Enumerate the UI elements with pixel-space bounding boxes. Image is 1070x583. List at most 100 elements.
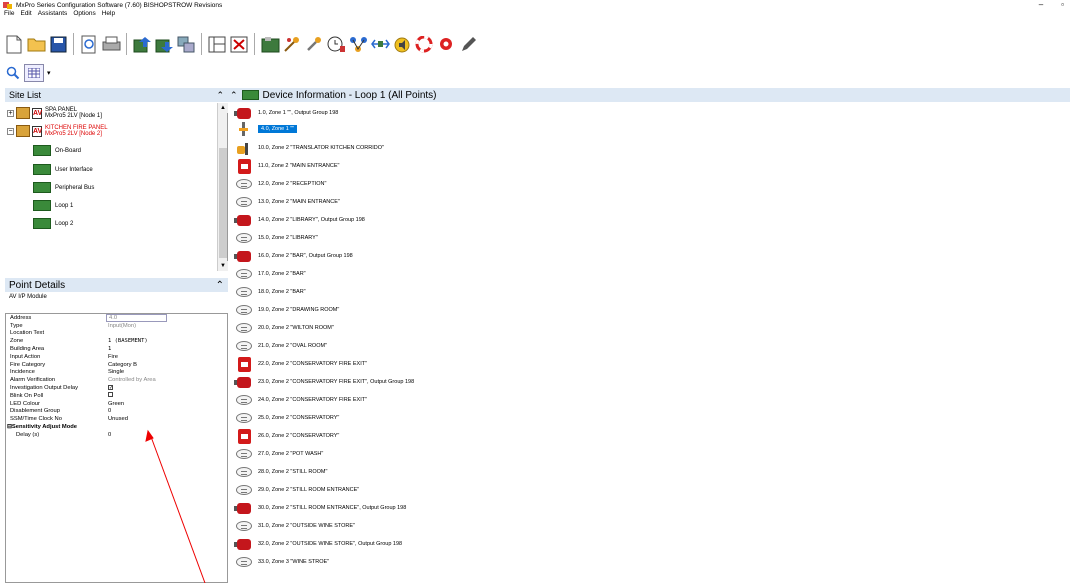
property-value[interactable]: 1 (BASEMENT) bbox=[106, 338, 227, 344]
tree-node-spa-panel[interactable]: + AV SPA PANEL MxPro5 2LV [Node 1] bbox=[7, 107, 102, 119]
io-icon[interactable] bbox=[370, 34, 390, 54]
collapse-chevron-icon[interactable]: ⌃ bbox=[230, 90, 238, 101]
help-ring-icon[interactable] bbox=[414, 34, 434, 54]
property-value[interactable]: Unused bbox=[106, 416, 227, 422]
device-row[interactable]: 14.0, Zone 2 "LIBRARY", Output Group 198 bbox=[234, 214, 365, 226]
tree-item-on-board[interactable]: On-Board bbox=[33, 145, 81, 156]
device-row[interactable]: 27.0, Zone 2 "POT WASH" bbox=[236, 448, 323, 460]
device-row[interactable]: 21.0, Zone 2 "OVAL ROOM" bbox=[236, 340, 327, 352]
scroll-down-icon[interactable]: ▼ bbox=[218, 261, 228, 271]
open-folder-icon[interactable] bbox=[26, 34, 46, 54]
property-value[interactable]: Category B bbox=[106, 362, 227, 368]
device-row[interactable]: 15.0, Zone 2 "LIBRARY" bbox=[236, 232, 318, 244]
print-preview-icon[interactable] bbox=[79, 34, 99, 54]
network-icon[interactable] bbox=[348, 34, 368, 54]
collapse-icon[interactable]: − bbox=[7, 127, 14, 135]
io-icon bbox=[236, 122, 252, 136]
tree-item-peripheral-bus[interactable]: Peripheral Bus bbox=[33, 182, 94, 193]
minimize-button[interactable]: – bbox=[1039, 0, 1043, 9]
search-icon[interactable] bbox=[4, 64, 22, 82]
menu-options[interactable]: Options bbox=[73, 10, 95, 19]
menu-edit[interactable]: Edit bbox=[20, 10, 31, 19]
section-row[interactable]: ⊟Sensitivity Adjust Mode bbox=[6, 423, 227, 431]
investigation-delay-checkbox[interactable]: ✓ bbox=[108, 385, 113, 391]
tree-item-loop-2[interactable]: Loop 2 bbox=[33, 218, 73, 229]
property-label: Address bbox=[10, 314, 32, 321]
property-value[interactable]: Green bbox=[106, 401, 227, 407]
expand-icon[interactable]: + bbox=[7, 109, 14, 117]
device-row[interactable]: 10.0, Zone 2 "TRANSLATOR KITCHEN CORRIDO… bbox=[236, 142, 384, 155]
address-field[interactable]: 4.0 bbox=[106, 313, 167, 322]
wizard-icon[interactable] bbox=[282, 34, 302, 54]
device-row[interactable]: 30.0, Zone 2 "STILL ROOM ENTRANCE", Outp… bbox=[234, 502, 406, 514]
device-row[interactable]: 22.0, Zone 2 "CONSERVATORY FIRE EXIT" bbox=[236, 356, 368, 372]
collapse-chevron-icon[interactable]: ⌃ bbox=[216, 280, 224, 291]
tree-item-user-interface[interactable]: User Interface bbox=[33, 164, 93, 175]
device-row[interactable]: 29.0, Zone 2 "STILL ROOM ENTRANCE" bbox=[236, 484, 359, 496]
sound-icon[interactable] bbox=[392, 34, 412, 54]
pen-icon[interactable] bbox=[458, 34, 478, 54]
blink-on-poll-checkbox[interactable] bbox=[108, 392, 113, 398]
menu-bar: File Edit Assistants Options Help bbox=[0, 10, 115, 19]
detector-icon bbox=[236, 412, 252, 424]
device-label: 22.0, Zone 2 "CONSERVATORY FIRE EXIT" bbox=[258, 361, 368, 367]
new-file-icon[interactable] bbox=[4, 34, 24, 54]
property-value[interactable]: 0 bbox=[106, 432, 227, 438]
layout-icon[interactable] bbox=[207, 34, 227, 54]
clock-icon[interactable] bbox=[326, 34, 346, 54]
device-row[interactable]: 20.0, Zone 2 "WILTON ROOM" bbox=[236, 322, 334, 334]
device-row[interactable]: 18.0, Zone 2 "BAR" bbox=[236, 286, 306, 298]
device-row[interactable]: 24.0, Zone 2 "CONSERVATORY FIRE EXIT" bbox=[236, 394, 367, 406]
panel-icon[interactable] bbox=[260, 34, 280, 54]
device-row[interactable]: 33.0, Zone 3 "WINE STROE" bbox=[236, 556, 329, 568]
device-row[interactable]: 1.0, Zone 1 "", Output Group 198 bbox=[234, 107, 338, 119]
device-row[interactable]: 26.0, Zone 2 "CONSERVATORY" bbox=[236, 428, 339, 444]
vertical-scrollbar[interactable]: ▲ ▼ bbox=[217, 103, 228, 271]
device-label: 12.0, Zone 2 "RECEPTION" bbox=[258, 181, 327, 187]
property-value[interactable]: 0 bbox=[106, 408, 227, 414]
grid-view-button[interactable] bbox=[24, 64, 44, 82]
property-value[interactable]: 1 bbox=[106, 346, 227, 352]
print-icon[interactable] bbox=[101, 34, 121, 54]
download-icon[interactable] bbox=[154, 34, 174, 54]
scrollbar-thumb[interactable] bbox=[219, 148, 227, 258]
menu-file[interactable]: File bbox=[4, 10, 14, 19]
property-label: Fire Category bbox=[10, 361, 46, 368]
device-row[interactable]: 13.0, Zone 2 "MAIN ENTRANCE" bbox=[236, 196, 340, 208]
property-value[interactable]: Fire bbox=[106, 354, 227, 360]
device-label: 19.0, Zone 2 "DRAWING ROOM" bbox=[258, 307, 340, 313]
device-row[interactable]: 23.0, Zone 2 "CONSERVATORY FIRE EXIT", O… bbox=[234, 376, 415, 388]
device-row[interactable]: 25.0, Zone 2 "CONSERVATORY" bbox=[236, 412, 339, 424]
device-row[interactable]: 19.0, Zone 2 "DRAWING ROOM" bbox=[236, 304, 339, 316]
upload-icon[interactable] bbox=[132, 34, 152, 54]
device-row[interactable]: 31.0, Zone 2 "OUTSIDE WINE STORE" bbox=[236, 520, 355, 532]
tree-item-loop-1[interactable]: Loop 1 bbox=[33, 200, 73, 211]
delete-icon[interactable] bbox=[229, 34, 249, 54]
property-label: LED Colour bbox=[10, 400, 40, 407]
detector-icon bbox=[236, 394, 252, 406]
property-value[interactable]: Single bbox=[106, 369, 227, 375]
tools-icon[interactable] bbox=[304, 34, 324, 54]
property-value[interactable]: Input(Mon) bbox=[106, 323, 227, 329]
detector-icon bbox=[236, 484, 252, 496]
device-row[interactable]: 11.0, Zone 2 "MAIN ENTRANCE" bbox=[236, 158, 339, 174]
device-row[interactable]: 4.0, Zone 1 "" bbox=[236, 122, 298, 136]
device-row[interactable]: 28.0, Zone 2 "STILL ROOM" bbox=[236, 466, 327, 478]
compare-icon[interactable] bbox=[176, 34, 196, 54]
tree-node-kitchen-panel[interactable]: − AV KITCHEN FIRE PANEL MxPro5 2LV [Node… bbox=[7, 125, 108, 137]
device-row[interactable]: 32.0, Zone 2 "OUTSIDE WINE STORE", Outpu… bbox=[234, 538, 402, 550]
scroll-up-icon[interactable]: ▲ bbox=[218, 103, 228, 113]
menu-help[interactable]: Help bbox=[102, 10, 115, 19]
device-label: 23.0, Zone 2 "CONSERVATORY FIRE EXIT", O… bbox=[258, 379, 415, 385]
save-icon[interactable] bbox=[48, 34, 68, 54]
property-value[interactable]: Controlled by Area bbox=[106, 377, 227, 383]
device-row[interactable]: 17.0, Zone 2 "BAR" bbox=[236, 268, 306, 280]
collapse-chevron-icon[interactable]: ⌃ bbox=[216, 90, 224, 101]
device-row[interactable]: 16.0, Zone 2 "BAR", Output Group 198 bbox=[234, 250, 353, 262]
menu-assistants[interactable]: Assistants bbox=[38, 10, 68, 19]
property-row: Building Area 1 bbox=[6, 345, 227, 353]
settings-icon[interactable] bbox=[436, 34, 456, 54]
chevron-down-icon[interactable]: ▾ bbox=[47, 69, 51, 77]
maximize-button[interactable]: ▫ bbox=[1061, 0, 1064, 9]
device-row[interactable]: 12.0, Zone 2 "RECEPTION" bbox=[236, 178, 326, 190]
